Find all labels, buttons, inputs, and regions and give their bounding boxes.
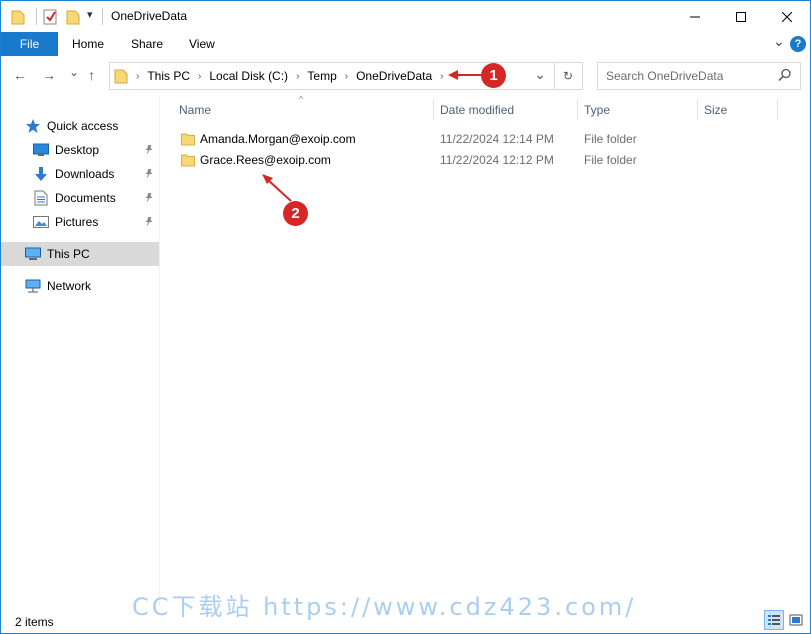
breadcrumb-this-pc[interactable]: This PC	[147, 69, 190, 83]
column-header-type[interactable]: Type	[584, 96, 610, 124]
file-type: File folder	[584, 153, 637, 167]
sidebar-item-label: Desktop	[55, 143, 100, 157]
pin-icon	[144, 216, 154, 229]
sidebar-item-label: Pictures	[55, 215, 99, 229]
explorer-window: ▾ OneDriveData File Home Share View ⌄ ? …	[0, 0, 811, 634]
pin-icon	[144, 192, 154, 205]
computer-icon	[25, 246, 41, 262]
column-header-date[interactable]: Date modified	[440, 96, 514, 124]
sidebar-item-desktop[interactable]: Desktop	[1, 138, 159, 162]
breadcrumb-separator[interactable]: ›	[198, 71, 201, 82]
column-divider[interactable]	[777, 99, 778, 121]
annotation-badge-1: 1	[481, 63, 506, 88]
search-input[interactable]: Search OneDriveData	[606, 69, 723, 83]
sidebar-item-documents[interactable]: Documents	[1, 186, 159, 210]
sidebar-item-this-pc[interactable]: This PC	[1, 242, 159, 266]
file-date: 11/22/2024 12:14 PM	[440, 132, 554, 146]
table-row[interactable]: Amanda.Morgan@exoip.com 11/22/2024 12:14…	[177, 129, 797, 150]
maximize-button[interactable]	[718, 1, 764, 32]
folder-icon	[11, 9, 25, 28]
properties-icon[interactable]	[43, 9, 58, 28]
toolbar-divider	[36, 8, 37, 25]
download-icon	[33, 166, 49, 182]
file-name[interactable]: Grace.Rees@exoip.com	[200, 153, 331, 167]
sidebar-item-pictures[interactable]: Pictures	[1, 210, 159, 234]
sidebar-item-label: Documents	[55, 191, 116, 205]
folder-icon	[114, 68, 128, 84]
column-divider[interactable]	[577, 99, 578, 121]
sidebar-item-quick-access[interactable]: Quick access	[1, 114, 159, 138]
sidebar-item-label: Network	[47, 279, 92, 293]
forward-button[interactable]: →	[42, 67, 56, 83]
collapse-ribbon-icon[interactable]: ⌄	[773, 33, 785, 50]
navigation-bar: ← → ⌄ ↑ › This PC › Local Disk (C:) › Te…	[1, 56, 810, 96]
sidebar-item-label: This PC	[47, 247, 90, 261]
new-folder-icon[interactable]	[66, 9, 80, 28]
pane-divider[interactable]	[159, 96, 160, 606]
up-button[interactable]: ↑	[88, 67, 95, 83]
file-date: 11/22/2024 12:12 PM	[440, 153, 554, 167]
refresh-button[interactable]: ↻	[554, 62, 583, 90]
breadcrumb-local-disk[interactable]: Local Disk (C:)	[209, 69, 288, 83]
breadcrumb-separator[interactable]: ›	[136, 71, 139, 82]
item-count: 2 items	[15, 615, 54, 629]
pictures-icon	[33, 214, 49, 230]
pin-icon	[144, 168, 154, 181]
tab-file[interactable]: File	[1, 32, 58, 56]
documents-icon	[33, 190, 49, 206]
breadcrumb-separator[interactable]: ›	[345, 71, 348, 82]
file-name[interactable]: Amanda.Morgan@exoip.com	[200, 132, 356, 146]
details-view-button[interactable]	[764, 610, 784, 630]
breadcrumb-separator[interactable]: ›	[296, 71, 299, 82]
file-type: File folder	[584, 132, 637, 146]
pin-icon	[144, 144, 154, 157]
title-bar: ▾ OneDriveData	[1, 1, 810, 32]
search-icon[interactable]	[778, 68, 792, 85]
folder-icon	[181, 132, 195, 149]
tab-home[interactable]: Home	[72, 37, 104, 51]
star-icon	[25, 118, 41, 134]
sidebar-item-label: Downloads	[55, 167, 115, 181]
table-row[interactable]: Grace.Rees@exoip.com 11/22/2024 12:12 PM…	[177, 150, 797, 171]
back-button[interactable]: ←	[13, 67, 27, 83]
search-box[interactable]: Search OneDriveData	[597, 62, 801, 90]
title-divider	[102, 8, 103, 25]
column-header-name[interactable]: Name	[179, 96, 211, 124]
address-dropdown-icon[interactable]: ⌄	[534, 66, 546, 83]
tab-view[interactable]: View	[189, 37, 215, 51]
breadcrumb-temp[interactable]: Temp	[307, 69, 336, 83]
sort-indicator-icon: ^	[299, 94, 304, 104]
sidebar-item-network[interactable]: Network	[1, 274, 159, 298]
close-button[interactable]	[764, 1, 810, 32]
help-icon[interactable]: ?	[790, 36, 806, 52]
sidebar-item-label: Quick access	[47, 119, 119, 133]
breadcrumb-separator[interactable]: ›	[440, 71, 443, 82]
ribbon: File Home Share View ⌄ ?	[1, 32, 810, 56]
recent-locations-button[interactable]: ⌄	[69, 65, 79, 79]
breadcrumb: › This PC › Local Disk (C:) › Temp › One…	[114, 63, 451, 89]
column-divider[interactable]	[697, 99, 698, 121]
breadcrumb-onedrivedata[interactable]: OneDriveData	[356, 69, 432, 83]
column-divider[interactable]	[433, 99, 434, 121]
desktop-icon	[33, 142, 49, 158]
sidebar-item-downloads[interactable]: Downloads	[1, 162, 159, 186]
status-bar: 2 items	[1, 606, 810, 633]
large-icons-view-button[interactable]	[786, 610, 806, 630]
network-icon	[25, 278, 41, 294]
column-header-size[interactable]: Size	[704, 96, 727, 124]
tab-share[interactable]: Share	[131, 37, 163, 51]
folder-icon	[181, 153, 195, 170]
window-title: OneDriveData	[111, 9, 188, 23]
minimize-button[interactable]	[672, 1, 718, 32]
navigation-pane: Quick access Desktop Downloads Documents…	[1, 96, 160, 606]
customize-toolbar-dropdown[interactable]: ▾	[87, 8, 93, 21]
annotation-badge-2: 2	[283, 201, 308, 226]
